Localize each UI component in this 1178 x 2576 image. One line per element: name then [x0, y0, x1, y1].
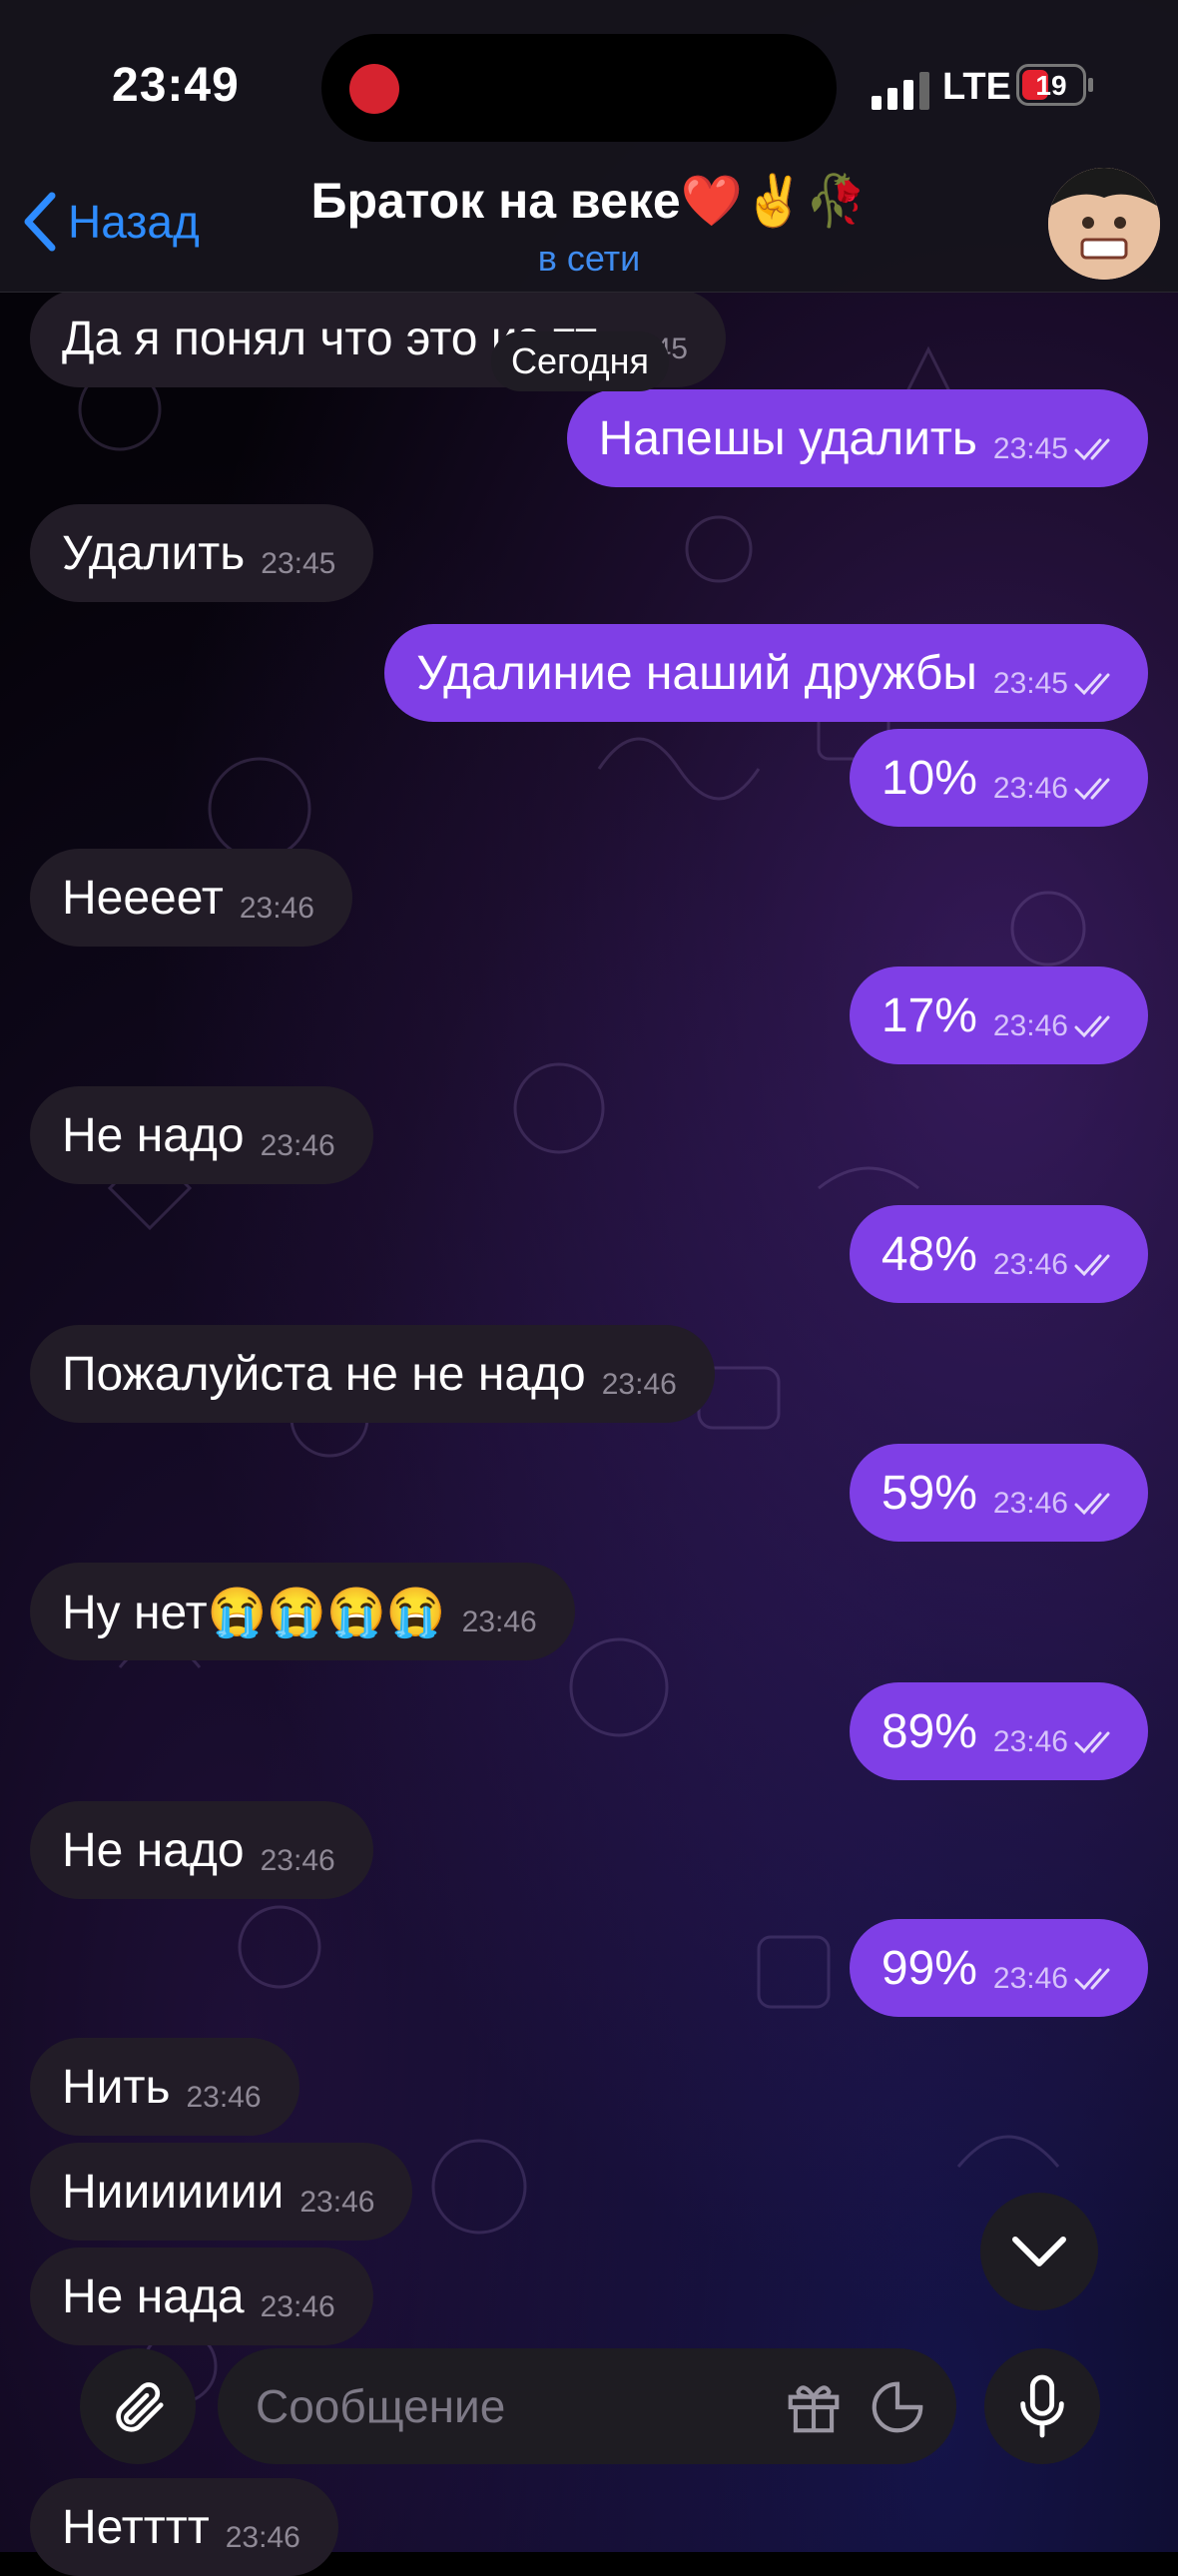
message-time: 23:45 — [992, 432, 1068, 465]
message-time: 23:46 — [239, 892, 314, 925]
message-time: 23:46 — [260, 1844, 335, 1877]
double-check-icon — [1074, 673, 1110, 696]
double-check-icon — [1074, 778, 1110, 801]
double-check-icon — [1074, 1015, 1110, 1038]
message-time: 23:46 — [992, 772, 1068, 805]
message-text: 99% — [881, 1941, 977, 1995]
message-text: Ну нет😭😭😭😭 — [62, 1586, 446, 1639]
message-time: 23:46 — [601, 1368, 677, 1401]
incoming-message[interactable]: Удалить 23:45 — [30, 504, 374, 602]
date-separator: Сегодня — [491, 331, 669, 391]
message-text: 48% — [881, 1227, 977, 1281]
message-text: 17% — [881, 988, 977, 1042]
message-text: Ниииииии — [62, 2165, 285, 2219]
online-status: в сети — [537, 238, 641, 279]
message-time: 23:46 — [260, 1129, 335, 1162]
message-text: Напешы удалить — [598, 411, 977, 465]
incoming-message[interactable]: Нетттт 23:46 — [30, 2478, 338, 2576]
double-check-icon — [1074, 1968, 1110, 1991]
message-input[interactable] — [254, 2378, 757, 2434]
message-time: 23:45 — [261, 547, 336, 580]
message-time: 23:46 — [461, 1606, 537, 1638]
paperclip-icon — [116, 2382, 164, 2432]
message-time: 23:46 — [260, 2290, 335, 2323]
outgoing-message[interactable]: 89% 23:46 — [849, 1682, 1148, 1780]
chevron-left-icon — [24, 192, 56, 252]
message-time: 23:46 — [992, 1725, 1068, 1758]
incoming-message[interactable]: Ниииииии 23:46 — [30, 2143, 413, 2241]
battery-level: 19 — [1035, 70, 1067, 101]
outgoing-message[interactable]: 59% 23:46 — [849, 1444, 1148, 1542]
message-text: 59% — [881, 1466, 977, 1520]
message-time: 23:46 — [992, 1248, 1068, 1281]
back-label: Назад — [68, 196, 200, 248]
incoming-message[interactable]: Неееет 23:46 — [30, 849, 352, 947]
message-text: Удалить — [62, 526, 246, 580]
message-time: 23:46 — [186, 2081, 262, 2114]
message-time: 23:46 — [225, 2521, 300, 2554]
header-bar: 23:49 LTE 19 Назад Браток на веке❤️✌️🥀 в… — [0, 0, 1178, 293]
message-time: 23:46 — [992, 1962, 1068, 1995]
chat-title[interactable]: Браток на веке❤️✌️🥀 — [260, 172, 918, 231]
gift-icon[interactable] — [783, 2376, 845, 2438]
attach-button[interactable] — [80, 2348, 196, 2464]
message-time: 23:46 — [992, 1487, 1068, 1520]
incoming-message[interactable]: Не надо 23:46 — [30, 1801, 373, 1899]
network-type: LTE — [942, 66, 1011, 108]
incoming-message[interactable]: Не нада 23:46 — [30, 2248, 373, 2345]
outgoing-message[interactable]: Напешы удалить 23:45 — [566, 389, 1148, 487]
message-time: 23:45 — [992, 667, 1068, 700]
message-text: 89% — [881, 1704, 977, 1758]
status-time: 23:49 — [112, 59, 240, 112]
outgoing-message[interactable]: 10% 23:46 — [849, 729, 1148, 827]
message-time: 23:46 — [299, 2186, 375, 2219]
recording-indicator-icon — [349, 64, 399, 114]
sticker-icon[interactable] — [867, 2376, 928, 2438]
message-text: Нетттт — [62, 2500, 210, 2554]
double-check-icon — [1074, 438, 1110, 461]
message-text: Пожалуйста не не надо — [62, 1347, 586, 1401]
scroll-to-bottom-button[interactable] — [980, 2193, 1098, 2310]
incoming-message[interactable]: Нить 23:46 — [30, 2038, 299, 2136]
outgoing-message[interactable]: 48% 23:46 — [849, 1205, 1148, 1303]
battery-icon: 19 — [1016, 64, 1086, 106]
incoming-message[interactable]: Ну нет😭😭😭😭 23:46 — [30, 1563, 575, 1660]
outgoing-message[interactable]: 17% 23:46 — [849, 966, 1148, 1064]
message-text: Неееет — [62, 871, 224, 925]
message-text: 10% — [881, 751, 977, 805]
double-check-icon — [1074, 1493, 1110, 1516]
voice-message-button[interactable] — [984, 2348, 1100, 2464]
message-text: Не надо — [62, 1108, 245, 1162]
message-text: Нить — [62, 2060, 171, 2114]
message-time: 23:46 — [992, 1009, 1068, 1042]
message-text: Удалиние наший дружбы — [416, 646, 977, 700]
back-button[interactable]: Назад — [22, 192, 200, 252]
chevron-down-icon — [1012, 2237, 1066, 2266]
microphone-icon — [1020, 2374, 1064, 2438]
incoming-message[interactable]: Пожалуйста не не надо 23:46 — [30, 1325, 715, 1423]
signal-strength-icon — [872, 72, 929, 110]
outgoing-message[interactable]: Удалиние наший дружбы 23:45 — [384, 624, 1148, 722]
avatar[interactable] — [1048, 168, 1160, 280]
incoming-message[interactable]: Не надо 23:46 — [30, 1086, 373, 1184]
double-check-icon — [1074, 1254, 1110, 1277]
message-text: Не надо — [62, 1823, 245, 1877]
message-text: Не нада — [62, 2269, 245, 2323]
message-field[interactable] — [218, 2348, 956, 2464]
double-check-icon — [1074, 1731, 1110, 1754]
outgoing-message[interactable]: 99% 23:46 — [849, 1919, 1148, 2017]
